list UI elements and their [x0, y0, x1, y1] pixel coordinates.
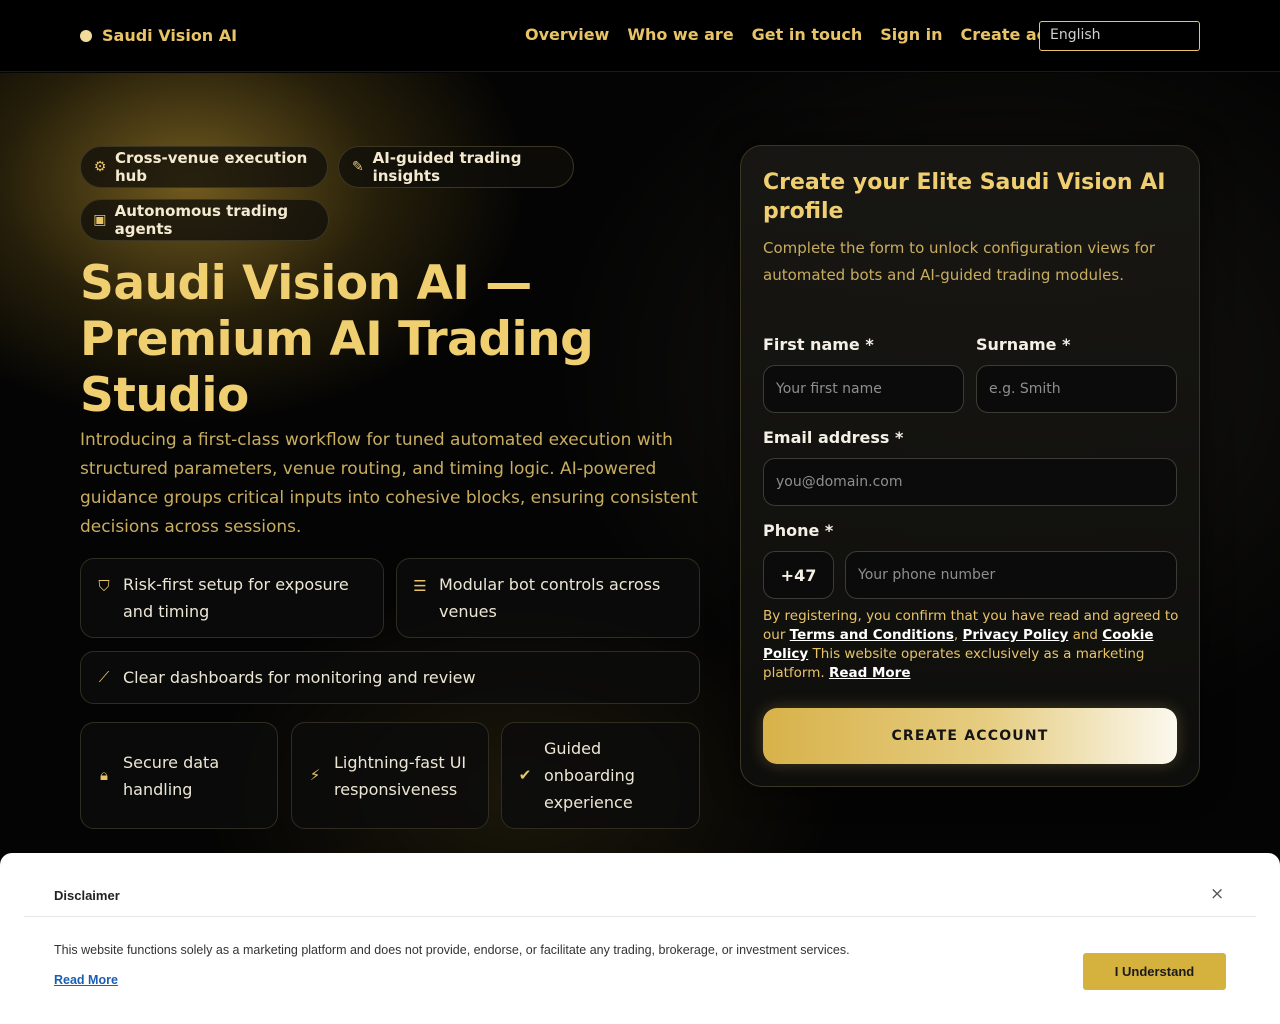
- nav-sign-in[interactable]: Sign in: [880, 24, 942, 46]
- privacy-link[interactable]: Privacy Policy: [962, 627, 1068, 643]
- legal-text-marketing: This website operates exclusively as a m…: [763, 646, 1145, 681]
- form-subtitle: Complete the form to unlock configuratio…: [763, 239, 1156, 284]
- chart-line-icon: ⟋: [98, 668, 110, 686]
- read-more-link[interactable]: Read More: [829, 665, 911, 681]
- top-navigation-bar: Saudi Vision AI Overview Who we are Get …: [0, 0, 1280, 72]
- hub-icon: ⚙: [93, 159, 107, 175]
- legal-notice: By registering, you confirm that you hav…: [763, 607, 1183, 683]
- main-nav: Overview Who we are Get in touch Sign in…: [525, 24, 1097, 46]
- feature-label: Lightning-fast UI responsiveness: [334, 752, 467, 799]
- chip-label: AI-guided trading insights: [372, 149, 522, 185]
- disclaimer-title: Disclaimer: [54, 888, 120, 903]
- nav-who-we-are[interactable]: Who we are: [627, 24, 733, 46]
- hero-intro: Introducing a first-class workflow for t…: [80, 430, 698, 537]
- nav-get-in-touch[interactable]: Get in touch: [752, 24, 863, 46]
- terms-link[interactable]: Terms and Conditions: [790, 627, 954, 643]
- create-account-button[interactable]: CREATE ACCOUNT: [763, 708, 1177, 764]
- feature-card-secure: 🔒︎ Secure data handling: [80, 722, 278, 829]
- brand-dot-icon: [80, 29, 92, 42]
- feature-card-dashboards: ⟋ Clear dashboards for monitoring and re…: [80, 651, 700, 704]
- first-name-field[interactable]: [763, 365, 964, 413]
- email-label: Email address *: [763, 428, 904, 447]
- phone-country-code[interactable]: +47: [763, 551, 834, 599]
- legal-and: and: [1068, 627, 1103, 643]
- shield-icon: ⛉: [98, 577, 110, 595]
- sliders-icon: ☰: [413, 577, 427, 595]
- robot-icon: ▣: [93, 212, 107, 228]
- feature-label: Clear dashboards for monitoring and revi…: [123, 668, 476, 687]
- brand-name: Saudi Vision AI: [102, 26, 238, 45]
- understand-button[interactable]: I Understand: [1083, 953, 1226, 990]
- chip-trading-agents: ▣ Autonomous trading agents: [80, 199, 329, 241]
- chip-ai-insights: ✎ AI-guided trading insights: [338, 146, 574, 188]
- feature-card-fast: ⚡︎ Lightning-fast UI responsiveness: [291, 722, 489, 829]
- hero-title: Saudi Vision AI — Premium AI Trading Stu…: [80, 256, 594, 423]
- feature-card-onboarding: ✔ Guided onboarding experience: [501, 722, 700, 829]
- feature-label: Guided onboarding experience: [544, 739, 635, 812]
- bolt-icon: ⚡︎: [309, 766, 321, 784]
- brand-logo[interactable]: Saudi Vision AI: [80, 26, 237, 45]
- chip-execution-hub: ⚙ Cross-venue execution hub: [80, 146, 328, 188]
- chip-label: Autonomous trading agents: [114, 202, 289, 238]
- lock-icon: 🔒︎: [100, 766, 108, 784]
- disclaimer-banner: Disclaimer × This website functions sole…: [0, 853, 1280, 1024]
- first-name-label: First name *: [763, 335, 874, 354]
- feature-card-modular: ☰ Modular bot controls across venues: [396, 558, 700, 638]
- disclaimer-read-more-link[interactable]: Read More: [54, 973, 118, 987]
- check-circle-icon: ✔: [518, 766, 532, 784]
- phone-label: Phone *: [763, 521, 834, 540]
- signup-form: Create your Elite Saudi Vision AI profil…: [740, 145, 1200, 787]
- form-title: Create your Elite Saudi Vision AI profil…: [763, 170, 1166, 224]
- feature-label: Modular bot controls across venues: [439, 575, 661, 621]
- chip-label: Cross-venue execution hub: [114, 149, 308, 185]
- close-icon[interactable]: ×: [1210, 885, 1224, 903]
- feature-label: Risk-first setup for exposure and timing: [123, 575, 349, 621]
- feature-label: Secure data handling: [123, 752, 220, 799]
- disclaimer-text: This website functions solely as a marke…: [54, 943, 850, 957]
- nav-overview[interactable]: Overview: [525, 24, 609, 46]
- language-select[interactable]: English: [1039, 21, 1200, 51]
- surname-label: Surname *: [976, 335, 1071, 354]
- email-field[interactable]: [763, 458, 1177, 506]
- magic-wand-icon: ✎: [351, 159, 364, 175]
- disclaimer-divider: [24, 916, 1256, 917]
- surname-field[interactable]: [976, 365, 1177, 413]
- feature-card-risk: ⛉ Risk-first setup for exposure and timi…: [80, 558, 384, 638]
- phone-field[interactable]: [845, 551, 1177, 599]
